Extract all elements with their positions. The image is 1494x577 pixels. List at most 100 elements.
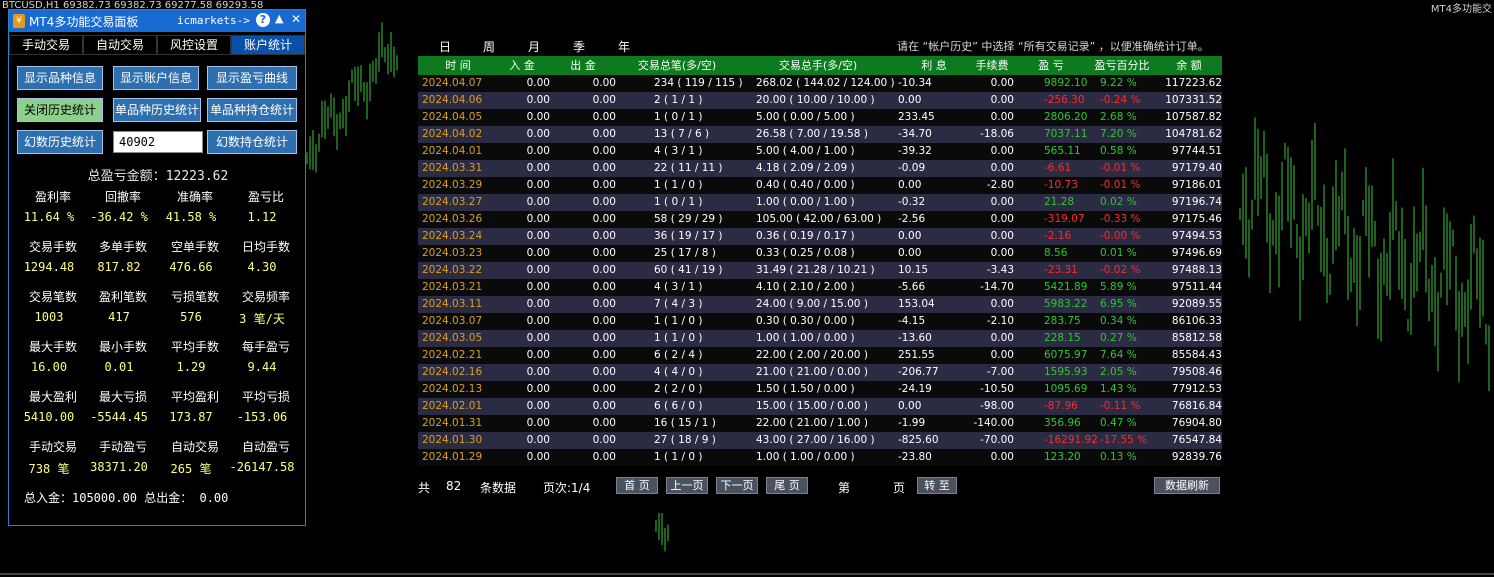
- cell-interest: -0.09: [898, 162, 926, 174]
- cell-balance: 77912.53: [1171, 383, 1222, 395]
- table-row[interactable]: 2024.01.30 0.00 0.00 27 ( 18 / 9 ) 43.00 ( 2…: [418, 432, 1222, 449]
- cell-deposit: 0.00: [526, 145, 550, 157]
- table-row[interactable]: 2024.03.11 0.00 0.00 7 ( 4 / 3 ) 24.00 ( 9.0…: [418, 296, 1222, 313]
- show-symbol-info-button[interactable]: 显示品种信息: [17, 66, 103, 90]
- table-row[interactable]: 2024.03.24 0.00 0.00 36 ( 19 / 17 ) 0.36 ( 0…: [418, 228, 1222, 245]
- magic-history-button[interactable]: 幻数历史统计: [17, 130, 103, 154]
- cell-pl: 565.11: [1044, 145, 1081, 157]
- cell-interest: -5.66: [898, 281, 926, 293]
- show-pl-curve-button[interactable]: 显示盈亏曲线: [207, 66, 297, 90]
- close-icon[interactable]: ✕: [291, 12, 301, 26]
- trade-panel: ¥ MT4多功能交易面板 icmarkets-> ? ▲ ✕ 手动交易 自动交易…: [8, 9, 306, 526]
- total-in-out: 总入金：105000.00 总出金： 0.00: [24, 491, 229, 505]
- cell-commission: 0.00: [990, 162, 1014, 174]
- cell-interest: 153.04: [898, 298, 935, 310]
- single-symbol-history-button[interactable]: 单品种历史统计: [113, 98, 201, 122]
- panel-title-bar[interactable]: ¥ MT4多功能交易面板 icmarkets-> ? ▲ ✕: [9, 10, 305, 32]
- stat-label: 平均亏损: [241, 390, 290, 404]
- show-account-info-button[interactable]: 显示账户信息: [113, 66, 199, 90]
- table-row[interactable]: 2024.04.02 0.00 0.00 13 ( 7 / 6 ) 26.58 ( 7.…: [418, 126, 1222, 143]
- cell-pl-percent: -0.11 %: [1100, 400, 1141, 412]
- table-row[interactable]: 2024.03.22 0.00 0.00 60 ( 41 / 19 ) 31.49 ( …: [418, 262, 1222, 279]
- app-logo-icon: ¥: [13, 14, 25, 28]
- table-row[interactable]: 2024.04.01 0.00 0.00 4 ( 3 / 1 ) 5.00 ( 4.00…: [418, 143, 1222, 160]
- cell-deposit: 0.00: [526, 383, 550, 395]
- cell-pl: -23.31: [1044, 264, 1078, 276]
- table-row[interactable]: 2024.03.29 0.00 0.00 1 ( 1 / 0 ) 0.40 ( 0.40…: [418, 177, 1222, 194]
- stat-label: 空单手数: [170, 240, 219, 254]
- last-page-button[interactable]: 尾 页: [766, 477, 808, 494]
- stat-label: 最小手数: [98, 340, 147, 354]
- tab-auto-trade[interactable]: 自动交易: [83, 35, 157, 55]
- table-row[interactable]: 2024.04.05 0.00 0.00 1 ( 0 / 1 ) 5.00 ( 0.00…: [418, 109, 1222, 126]
- header-interest: 利 息: [921, 59, 947, 72]
- cell-withdraw: 0.00: [592, 77, 616, 89]
- cell-pl: 7037.11: [1044, 128, 1088, 140]
- close-history-stats-button[interactable]: 关闭历史统计: [17, 98, 103, 122]
- stat-value: -5544.45: [90, 410, 148, 424]
- table-row[interactable]: 2024.03.27 0.00 0.00 1 ( 0 / 1 ) 1.00 ( 0.00…: [418, 194, 1222, 211]
- cell-trade-lots: 20.00 ( 10.00 / 10.00 ): [756, 94, 875, 106]
- table-row[interactable]: 2024.02.01 0.00 0.00 6 ( 6 / 0 ) 15.00 ( 15.…: [418, 398, 1222, 415]
- cell-commission: -18.06: [980, 128, 1014, 140]
- tab-manual-trade[interactable]: 手动交易: [9, 35, 83, 55]
- cell-interest: -39.32: [898, 145, 932, 157]
- stat-value: 3 笔/天: [239, 312, 285, 326]
- cell-trade-count: 1 ( 1 / 0 ): [654, 451, 703, 463]
- broker-link[interactable]: icmarkets->: [177, 14, 250, 27]
- period-quarter[interactable]: 季: [573, 38, 585, 55]
- help-icon[interactable]: ?: [256, 13, 270, 27]
- minimize-icon[interactable]: ▲: [275, 12, 283, 25]
- goto-button[interactable]: 转 至: [917, 477, 957, 494]
- cell-commission: 0.00: [990, 111, 1014, 123]
- cell-pl-percent: -0.33 %: [1100, 213, 1141, 225]
- table-row[interactable]: 2024.03.23 0.00 0.00 25 ( 17 / 8 ) 0.33 ( 0.…: [418, 245, 1222, 262]
- stat-label: 盈利率: [34, 190, 71, 204]
- table-row[interactable]: 2024.04.06 0.00 0.00 2 ( 1 / 1 ) 20.00 ( 10.…: [418, 92, 1222, 109]
- table-row[interactable]: 2024.03.21 0.00 0.00 4 ( 3 / 1 ) 4.10 ( 2.10…: [418, 279, 1222, 296]
- cell-time: 2024.01.31: [422, 417, 483, 429]
- cell-balance: 85584.43: [1171, 349, 1222, 361]
- period-year[interactable]: 年: [618, 38, 630, 55]
- cell-trade-lots: 0.40 ( 0.40 / 0.00 ): [756, 179, 855, 191]
- stat-label: 手动交易: [28, 440, 77, 454]
- table-row[interactable]: 2024.03.31 0.00 0.00 22 ( 11 / 11 ) 4.18 ( 2…: [418, 160, 1222, 177]
- cell-trade-lots: 43.00 ( 27.00 / 16.00 ): [756, 434, 875, 446]
- first-page-button[interactable]: 首 页: [616, 477, 658, 494]
- cell-commission: 0.00: [990, 213, 1014, 225]
- period-month[interactable]: 月: [528, 38, 540, 55]
- next-page-button[interactable]: 下一页: [716, 477, 758, 494]
- magic-position-button[interactable]: 幻数持仓统计: [207, 130, 297, 154]
- table-row[interactable]: 2024.03.07 0.00 0.00 1 ( 1 / 0 ) 0.30 ( 0.30…: [418, 313, 1222, 330]
- prev-page-button[interactable]: 上一页: [666, 477, 708, 494]
- cell-withdraw: 0.00: [592, 400, 616, 412]
- cell-interest: 0.00: [898, 400, 922, 412]
- cell-deposit: 0.00: [526, 366, 550, 378]
- tab-account-stats[interactable]: 账户统计: [231, 35, 305, 55]
- table-row[interactable]: 2024.03.05 0.00 0.00 1 ( 1 / 0 ) 1.00 ( 1.00…: [418, 330, 1222, 347]
- table-row[interactable]: 2024.02.21 0.00 0.00 6 ( 2 / 4 ) 22.00 ( 2.0…: [418, 347, 1222, 364]
- cell-interest: -206.77: [898, 366, 939, 378]
- period-day[interactable]: 日: [439, 38, 451, 55]
- cell-pl: -16291.92: [1044, 434, 1098, 446]
- cell-trade-lots: 24.00 ( 9.00 / 15.00 ): [756, 298, 868, 310]
- cell-deposit: 0.00: [526, 400, 550, 412]
- table-row[interactable]: 2024.01.31 0.00 0.00 16 ( 15 / 1 ) 22.00 ( 2…: [418, 415, 1222, 432]
- header-trade-count: 交易总笔(多/空): [637, 59, 717, 72]
- tab-risk-settings[interactable]: 风控设置: [157, 35, 231, 55]
- period-week[interactable]: 周: [483, 38, 495, 55]
- refresh-button[interactable]: 数据刷新: [1154, 477, 1220, 494]
- cell-deposit: 0.00: [526, 349, 550, 361]
- stat-label: 平均手数: [170, 340, 219, 354]
- magic-number-input[interactable]: 40902: [113, 131, 203, 153]
- stat-label: 每手盈亏: [241, 340, 290, 354]
- table-row[interactable]: 2024.02.16 0.00 0.00 4 ( 4 / 0 ) 21.00 ( 21.…: [418, 364, 1222, 381]
- cell-commission: 0.00: [990, 247, 1014, 259]
- cell-withdraw: 0.00: [592, 281, 616, 293]
- table-row[interactable]: 2024.03.26 0.00 0.00 58 ( 29 / 29 ) 105.00 (…: [418, 211, 1222, 228]
- table-row[interactable]: 2024.01.29 0.00 0.00 1 ( 1 / 0 ) 1.00 ( 1.00…: [418, 449, 1222, 466]
- single-symbol-position-button[interactable]: 单品种持仓统计: [207, 98, 297, 122]
- cell-balance: 92089.55: [1171, 298, 1222, 310]
- table-row[interactable]: 2024.02.13 0.00 0.00 2 ( 2 / 0 ) 1.50 ( 1.50…: [418, 381, 1222, 398]
- table-row[interactable]: 2024.04.07 0.00 0.00 234 ( 119 / 115 ) 268.0…: [418, 75, 1222, 92]
